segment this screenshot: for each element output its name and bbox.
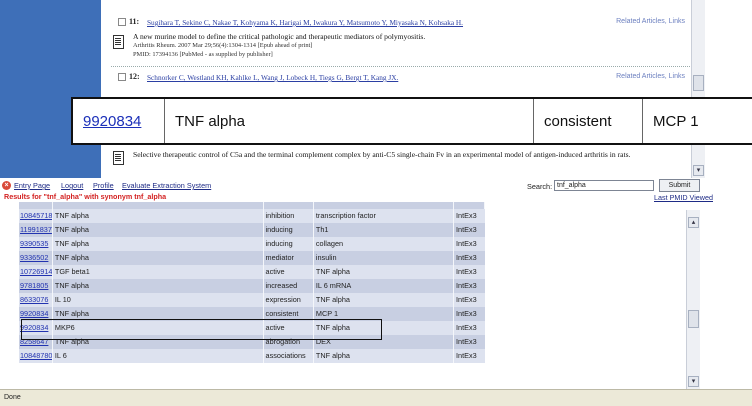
highlight-bracket [21, 319, 382, 340]
results-heading: Results for "tnf_alpha" with synonym tnf… [4, 192, 167, 201]
table-row: 10845718 TNF alpha inhibition transcription… [19, 209, 485, 223]
entry-title: Selective therapeutic control of C5a and… [133, 150, 631, 159]
scroll-down-icon[interactable]: ▾ [688, 376, 699, 387]
status-bar: Done [0, 389, 752, 406]
relation-cell: inhibition [264, 209, 314, 223]
callout-target: MCP 1 [653, 112, 699, 130]
pmid-link[interactable]: 9781805 [19, 279, 53, 293]
pmid-link[interactable]: 10848780 [19, 349, 53, 363]
entity-cell: TNF alpha [53, 223, 264, 237]
entry-journal: Arthritis Rheum. 2007 Mar 29;56(4):1304-… [133, 42, 313, 49]
table-row: 9390535 TNF alpha inducing collagen IntEx3 [19, 237, 485, 251]
close-icon[interactable]: × [2, 181, 11, 190]
table-row-partial [19, 202, 486, 209]
target-cell: TNF alpha [314, 349, 455, 363]
relation-cell: expression [264, 293, 314, 307]
entry-authors-link[interactable]: Schnorker C, Westland KH, Kahlke L, Wang… [147, 73, 398, 82]
target-cell: TNF alpha [314, 265, 455, 279]
entry-pmid: PMID: 17394136 [PubMed - as supplied by … [133, 51, 273, 58]
method-cell: IntEx3 [456, 253, 477, 262]
entity-cell: TNF alpha [53, 279, 264, 293]
entity-cell: IL 10 [53, 293, 264, 307]
table-row: 9781805 TNF alpha increased IL 6 mRNA IntEx3 [19, 279, 485, 293]
pmid-link[interactable]: 8633076 [19, 293, 53, 307]
entry-authors-link[interactable]: Sugihara T, Sekine C, Nakae T, Kohyama K… [147, 18, 463, 27]
entry-checkbox[interactable] [118, 18, 126, 26]
pmid-link[interactable]: 10845718 [19, 209, 53, 223]
target-cell: Th1 [314, 223, 455, 237]
table-row: 11991837 TNF alpha inducing Th1 IntEx3 [19, 223, 485, 237]
relation-cell: active [264, 265, 314, 279]
target-cell: insulin [314, 251, 455, 265]
pmid-link[interactable]: 10726914 [19, 265, 53, 279]
zoomed-result-callout: 9920834 TNF alpha consistent MCP 1 [71, 97, 752, 145]
method-cell: IntEx3 [456, 309, 477, 318]
pmid-link[interactable]: 11991837 [19, 223, 53, 237]
target-cell: collagen [314, 237, 455, 251]
method-cell: IntEx3 [456, 337, 477, 346]
method-cell: IntEx3 [456, 239, 477, 248]
document-icon[interactable] [113, 151, 124, 165]
search-input[interactable]: tnf_alpha [554, 180, 654, 191]
entry-number: 11: [129, 17, 140, 26]
entity-cell: TNF alpha [53, 251, 264, 265]
last-pmid-viewed-link[interactable]: Last PMID Viewed [654, 193, 713, 202]
entry-page-link[interactable]: Entry Page [14, 181, 50, 190]
table-row: 8633076 IL 10 expression TNF alpha IntEx3 [19, 293, 485, 307]
relation-cell: increased [264, 279, 314, 293]
callout-relation: consistent [534, 99, 643, 143]
relation-cell: inducing [264, 223, 314, 237]
entry-divider [111, 66, 696, 67]
app-toolbar: × Entry Page Logout Profile Evaluate Ext… [0, 178, 752, 202]
table-scrollbar[interactable]: ▴ ▾ [686, 210, 700, 389]
method-cell: IntEx3 [456, 267, 477, 276]
related-articles-link[interactable]: Related Articles, Links [616, 73, 685, 80]
pubmed-results-frame: 11: Sugihara T, Sekine C, Nakae T, Kohya… [0, 0, 705, 178]
scrollbar-thumb[interactable] [688, 310, 699, 328]
entity-cell: TGF beta1 [53, 265, 264, 279]
method-cell: IntEx3 [456, 295, 477, 304]
relation-cell: mediator [264, 251, 314, 265]
entry-checkbox[interactable] [118, 73, 126, 81]
relation-cell: inducing [264, 237, 314, 251]
logout-link[interactable]: Logout [61, 181, 83, 190]
results-table-frame: 10845718 TNF alpha inhibition transcription… [0, 202, 702, 389]
method-cell: IntEx3 [456, 225, 477, 234]
pubmed-results-list: 11: Sugihara T, Sekine C, Nakae T, Kohya… [101, 0, 705, 178]
method-cell: IntEx3 [456, 211, 477, 220]
method-cell: IntEx3 [456, 351, 477, 360]
entity-cell: TNF alpha [53, 237, 264, 251]
scrollbar-thumb[interactable] [693, 75, 704, 91]
target-cell: TNF alpha [314, 293, 455, 307]
profile-link[interactable]: Profile [93, 181, 114, 190]
scroll-up-icon[interactable]: ▴ [688, 217, 699, 228]
top-scrollbar[interactable]: ▾ [691, 0, 705, 178]
table-row: 9336502 TNF alpha mediator insulin IntEx3 [19, 251, 485, 265]
entry-number: 12: [129, 72, 140, 81]
entity-cell: IL 6 [53, 349, 264, 363]
left-sidebar [0, 0, 101, 178]
pmid-link[interactable]: 9390535 [19, 237, 53, 251]
callout-pmid-link[interactable]: 9920834 [73, 99, 165, 143]
table-row: 10726914 TGF beta1 active TNF alpha IntEx3 [19, 265, 485, 279]
evaluate-extraction-link[interactable]: Evaluate Extraction System [122, 181, 211, 190]
relation-cell: associations [264, 349, 314, 363]
entry-title: A new murine model to define the critica… [133, 32, 426, 41]
method-cell: IntEx3 [456, 323, 477, 332]
search-label: Search: [527, 182, 553, 191]
pmid-link[interactable]: 9336502 [19, 251, 53, 265]
target-cell: transcription factor [314, 209, 455, 223]
submit-button[interactable]: Submit [659, 179, 700, 192]
target-cell: IL 6 mRNA [314, 279, 455, 293]
table-row: 10848780 IL 6 associations TNF alpha IntEx3 [19, 349, 485, 363]
browser-window: 11: Sugihara T, Sekine C, Nakae T, Kohya… [0, 0, 752, 406]
related-articles-link[interactable]: Related Articles, Links [616, 18, 685, 25]
entity-cell: TNF alpha [53, 209, 264, 223]
scroll-down-icon[interactable]: ▾ [693, 165, 704, 176]
document-icon[interactable] [113, 35, 124, 49]
callout-entity: TNF alpha [165, 99, 534, 143]
method-cell: IntEx3 [456, 281, 477, 290]
